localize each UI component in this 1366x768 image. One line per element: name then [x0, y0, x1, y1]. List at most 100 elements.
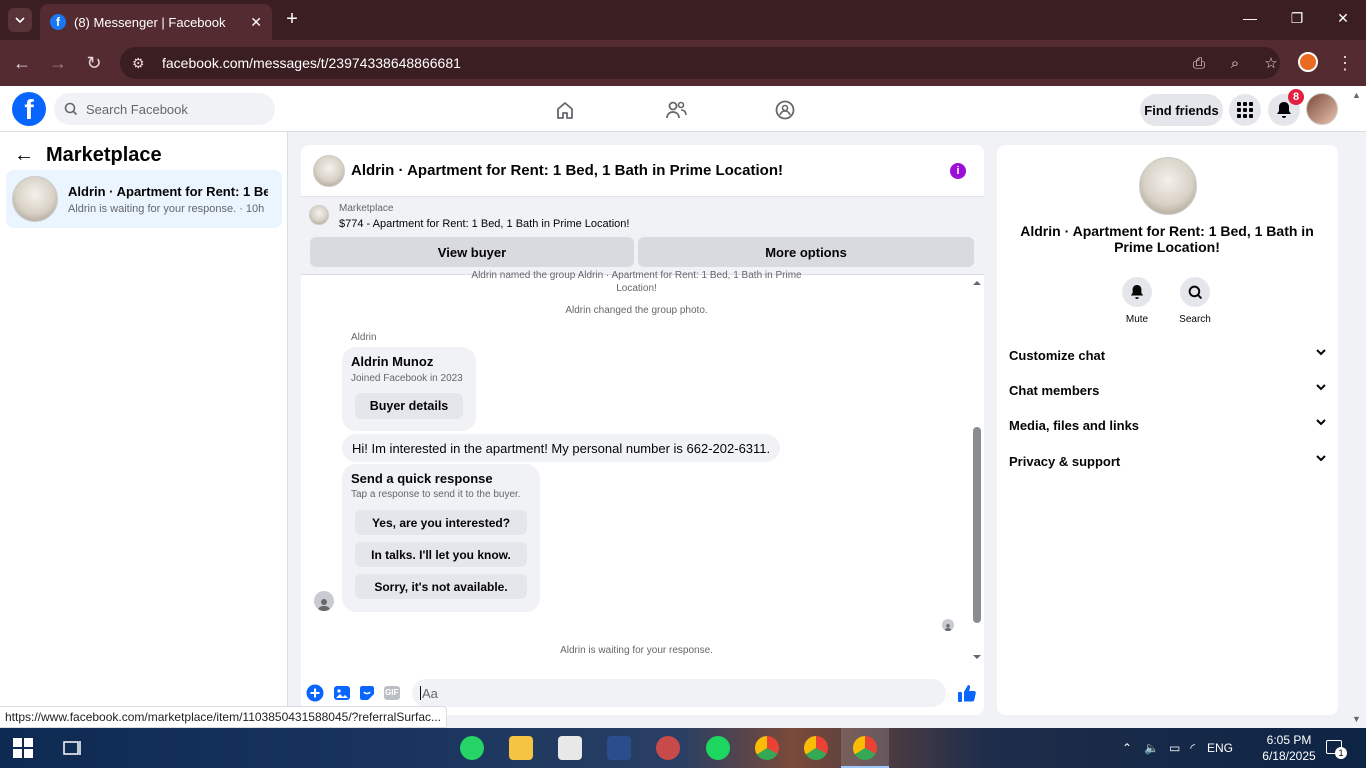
minimize-button[interactable]: — — [1240, 10, 1260, 26]
quick-response-option[interactable]: In talks. I'll let you know. — [355, 542, 527, 567]
section-privacy-support[interactable]: Privacy & support — [1009, 454, 1327, 469]
gif-icon[interactable]: GIF — [383, 684, 401, 702]
chat-title[interactable]: Aldrin · Apartment for Rent: 1 Bed, 1 Ba… — [351, 162, 783, 179]
back-arrow-icon[interactable]: ← — [14, 144, 34, 167]
battery-icon[interactable]: ▭ — [1169, 741, 1180, 755]
friends-icon[interactable] — [664, 98, 688, 122]
details-title: Aldrin · Apartment for Rent: 1 Bed, 1 Ba… — [1020, 223, 1314, 255]
chat-panel: Aldrin · Apartment for Rent: 1 Bed, 1 Ba… — [301, 145, 984, 715]
message-feed: Aldrin named the group Aldrin · Apartmen… — [301, 270, 984, 671]
photo-icon[interactable] — [333, 684, 351, 702]
reload-icon[interactable]: ↻ — [84, 53, 104, 73]
chevron-up-icon[interactable]: ⌃ — [1122, 741, 1132, 755]
mute-label: Mute — [1125, 314, 1149, 325]
sticker-icon[interactable] — [358, 684, 376, 702]
more-options-button[interactable]: More options — [638, 237, 974, 267]
whatsapp-icon[interactable] — [460, 736, 484, 760]
section-label: Privacy & support — [1009, 454, 1121, 469]
buyer-details-button[interactable]: Buyer details — [355, 393, 463, 419]
windows-taskbar: ⌃ 🔈 ▭ ◜ ENG 6:05 PM 6/18/2025 1 — [0, 728, 1366, 768]
facebook-search[interactable]: Search Facebook — [54, 93, 275, 125]
clock-time: 6:05 PM — [1266, 733, 1312, 747]
forward-icon[interactable]: → — [48, 53, 68, 73]
search-label: Search — [1179, 314, 1211, 325]
zoom-icon[interactable]: ⌕ — [1226, 55, 1244, 72]
search-in-chat-button[interactable]: Search — [1175, 277, 1215, 325]
groups-icon[interactable] — [773, 98, 797, 122]
file-explorer-icon[interactable] — [509, 736, 533, 760]
search-icon — [64, 102, 78, 116]
chrome-icon[interactable] — [755, 736, 779, 760]
seen-indicator-avatar — [942, 619, 954, 631]
chrome-icon[interactable] — [804, 736, 828, 760]
message-input[interactable]: Aa — [412, 679, 946, 707]
chevron-down-icon — [15, 17, 25, 23]
chevron-down-icon — [1316, 455, 1326, 462]
browser-profile-icon[interactable] — [1298, 52, 1318, 72]
quick-response-card: Send a quick response Tap a response to … — [342, 464, 540, 612]
menu-grid-button[interactable] — [1229, 94, 1261, 126]
chevron-down-icon — [1316, 349, 1326, 356]
task-view-icon[interactable] — [62, 738, 82, 758]
new-tab-button[interactable]: + — [282, 8, 302, 30]
thumbs-up-icon[interactable] — [957, 683, 977, 703]
info-icon[interactable]: i — [950, 163, 966, 179]
system-message-photo: Aldrin changed the group photo. — [565, 305, 708, 316]
url-text[interactable]: facebook.com/messages/t/2397433864886668… — [162, 55, 1172, 71]
home-icon[interactable] — [553, 98, 577, 122]
snipping-tool-icon[interactable] — [656, 736, 680, 760]
taskbar-clock[interactable]: 6:05 PM 6/18/2025 — [1255, 732, 1323, 764]
photoshop-icon[interactable] — [607, 736, 631, 760]
spotify-icon[interactable] — [706, 736, 730, 760]
find-friends-button[interactable]: Find friends — [1140, 94, 1223, 126]
section-media-files[interactable]: Media, files and links — [1009, 418, 1327, 433]
quick-response-option[interactable]: Yes, are you interested? — [355, 510, 527, 535]
sender-name: Aldrin — [351, 332, 377, 343]
bookmark-star-icon[interactable]: ☆ — [1262, 54, 1280, 72]
site-settings-icon[interactable]: ⚙ — [132, 55, 150, 72]
chat-thumbnail[interactable] — [313, 154, 345, 187]
section-label: Customize chat — [1009, 348, 1106, 363]
profile-joined: Joined Facebook in 2023 — [351, 373, 463, 384]
facebook-logo[interactable]: f — [12, 92, 46, 126]
back-icon[interactable]: ← — [12, 53, 32, 73]
chat-scrollbar[interactable] — [971, 275, 983, 665]
browser-tab[interactable]: f (8) Messenger | Facebook ✕ — [40, 4, 272, 40]
tab-search-button[interactable] — [8, 8, 32, 32]
notification-center-icon[interactable]: 1 — [1326, 740, 1347, 759]
sender-avatar[interactable] — [314, 591, 334, 611]
details-thumbnail[interactable] — [1139, 157, 1197, 215]
search-icon — [1188, 285, 1202, 299]
quick-response-option[interactable]: Sorry, it's not available. — [355, 574, 527, 599]
restore-button[interactable]: ❐ — [1287, 10, 1307, 27]
conversation-item[interactable]: Aldrin · Apartment for Rent: 1 Bed,... A… — [6, 170, 282, 228]
language-indicator[interactable]: ENG — [1207, 741, 1233, 755]
volume-icon[interactable]: 🔈 — [1144, 741, 1159, 755]
section-customize-chat[interactable]: Customize chat — [1009, 348, 1327, 363]
view-buyer-button[interactable]: View buyer — [310, 237, 634, 267]
browser-tab-bar: f (8) Messenger | Facebook ✕ + — ❐ ✕ — [0, 0, 1366, 40]
system-line: Aldrin named the group Aldrin · Apartmen… — [471, 270, 802, 281]
plus-circle-icon[interactable] — [306, 684, 324, 702]
windows-start-icon[interactable] — [13, 738, 33, 758]
account-avatar[interactable] — [1306, 93, 1338, 125]
close-window-button[interactable]: ✕ — [1333, 10, 1353, 27]
mute-button[interactable]: Mute — [1117, 277, 1157, 325]
wifi-icon[interactable]: ◜ — [1190, 741, 1195, 755]
status-bar-url: https://www.facebook.com/marketplace/ite… — [0, 706, 448, 728]
page-scroll-down-icon[interactable]: ▼ — [1352, 714, 1361, 724]
active-app-highlight[interactable] — [841, 728, 889, 768]
profile-card: Aldrin Munoz Joined Facebook in 2023 Buy… — [342, 347, 476, 431]
omnibox[interactable]: ⚙ facebook.com/messages/t/23974338648866… — [120, 47, 1280, 79]
install-app-icon[interactable]: ⎙ — [1190, 55, 1208, 72]
sidebar-header: ← Marketplace — [14, 144, 162, 167]
browser-menu-icon[interactable]: ⋮ — [1336, 53, 1354, 74]
page-scroll-up-icon[interactable]: ▲ — [1352, 90, 1361, 100]
listing-price-title[interactable]: $774 - Apartment for Rent: 1 Bed, 1 Bath… — [339, 218, 629, 230]
section-chat-members[interactable]: Chat members — [1009, 383, 1327, 398]
close-tab-icon[interactable]: ✕ — [250, 14, 262, 31]
quick-response-title: Send a quick response — [351, 471, 493, 486]
microsoft-store-icon[interactable] — [558, 736, 582, 760]
search-placeholder: Search Facebook — [86, 101, 188, 117]
conversation-name: Aldrin · Apartment for Rent: 1 Bed,... — [68, 183, 268, 199]
